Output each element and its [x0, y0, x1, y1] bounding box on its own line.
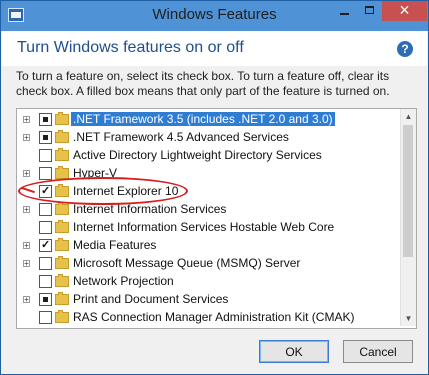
folder-icon [55, 256, 69, 269]
feature-checkbox[interactable] [39, 149, 52, 162]
dialog-heading: Turn Windows features on or off [17, 39, 244, 56]
features-tree[interactable]: + .NET Framework 3.5 (includes .NET 2.0 a… [16, 108, 417, 329]
feature-label: .NET Framework 3.5 (includes .NET 2.0 an… [71, 112, 335, 126]
folder-icon [55, 184, 69, 197]
feature-checkbox[interactable] [39, 131, 52, 144]
folder-icon [55, 202, 69, 215]
feature-row[interactable]: + Hyper-V [17, 165, 400, 183]
expand-plus-icon[interactable]: + [23, 134, 30, 142]
feature-checkbox[interactable] [39, 184, 52, 198]
expand-plus-icon[interactable]: + [23, 206, 30, 214]
folder-icon [55, 238, 69, 251]
feature-checkbox[interactable] [39, 203, 52, 216]
feature-row[interactable]: + Internet Information Services [17, 201, 400, 219]
help-icon[interactable]: ? [397, 41, 413, 57]
folder-icon [55, 148, 69, 161]
title-bar[interactable]: Windows Features [1, 1, 428, 31]
expand-plus-icon[interactable]: + [23, 170, 30, 178]
feature-row[interactable]: + Media Features [17, 237, 400, 255]
ok-button[interactable]: OK [259, 340, 329, 363]
feature-row[interactable]: + .NET Framework 3.5 (includes .NET 2.0 a… [17, 111, 400, 129]
maximize-button[interactable] [357, 1, 382, 21]
feature-label: Internet Information Services Hostable W… [73, 220, 335, 234]
feature-label: Media Features [73, 238, 157, 252]
feature-checkbox[interactable] [39, 238, 52, 252]
feature-label: Hyper-V [73, 166, 118, 180]
instructions-text: To turn a feature on, select its check b… [16, 69, 390, 98]
maximize-icon [365, 6, 374, 14]
feature-label: Internet Information Services [73, 202, 227, 216]
folder-icon [55, 220, 69, 233]
feature-label: .NET Framework 4.5 Advanced Services [73, 130, 289, 144]
feature-label: RAS Connection Manager Administration Ki… [73, 310, 355, 324]
feature-checkbox[interactable] [39, 275, 52, 288]
feature-checkbox[interactable] [39, 221, 52, 234]
vertical-scrollbar[interactable]: ▲ ▼ [400, 109, 416, 326]
minimize-button[interactable] [332, 1, 357, 21]
feature-row[interactable]: Active Directory Lightweight Directory S… [17, 147, 400, 165]
feature-label: Active Directory Lightweight Directory S… [73, 148, 322, 162]
folder-icon [55, 166, 69, 179]
feature-row[interactable]: Internet Explorer 10 [17, 183, 400, 201]
windows-features-dialog: Windows Features Turn Windows features o… [0, 0, 429, 375]
expand-plus-icon[interactable]: + [23, 116, 30, 124]
feature-checkbox[interactable] [39, 293, 52, 306]
minimize-icon [340, 13, 349, 15]
cancel-button[interactable]: Cancel [343, 340, 413, 363]
feature-label: Internet Explorer 10 [73, 184, 179, 198]
feature-row[interactable]: + Microsoft Message Queue (MSMQ) Server [17, 255, 400, 273]
dialog-header: Turn Windows features on or off ? [2, 31, 427, 66]
folder-icon [55, 292, 69, 305]
feature-row[interactable]: Network Projection [17, 273, 400, 291]
expand-plus-icon[interactable]: + [23, 242, 30, 250]
feature-row[interactable]: + .NET Framework 4.5 Advanced Services [17, 129, 400, 147]
scroll-up-icon[interactable]: ▲ [401, 109, 416, 124]
feature-row[interactable]: + Print and Document Services [17, 291, 400, 309]
feature-row[interactable]: Internet Information Services Hostable W… [17, 219, 400, 237]
folder-icon [55, 310, 69, 323]
feature-label: Network Projection [73, 274, 174, 288]
folder-icon [55, 130, 69, 143]
expand-plus-icon[interactable]: + [23, 260, 30, 268]
feature-row[interactable]: RAS Connection Manager Administration Ki… [17, 309, 400, 327]
feature-checkbox[interactable] [39, 167, 52, 180]
scroll-down-icon[interactable]: ▼ [401, 311, 416, 326]
feature-checkbox[interactable] [39, 311, 52, 324]
folder-icon [55, 274, 69, 287]
feature-label: Microsoft Message Queue (MSMQ) Server [73, 256, 301, 270]
feature-label: Print and Document Services [73, 292, 229, 306]
expand-plus-icon[interactable]: + [23, 296, 30, 304]
folder-icon [55, 112, 69, 125]
close-button[interactable] [382, 1, 427, 21]
feature-checkbox[interactable] [39, 257, 52, 270]
feature-checkbox[interactable] [39, 113, 52, 126]
scroll-thumb[interactable] [403, 125, 413, 257]
